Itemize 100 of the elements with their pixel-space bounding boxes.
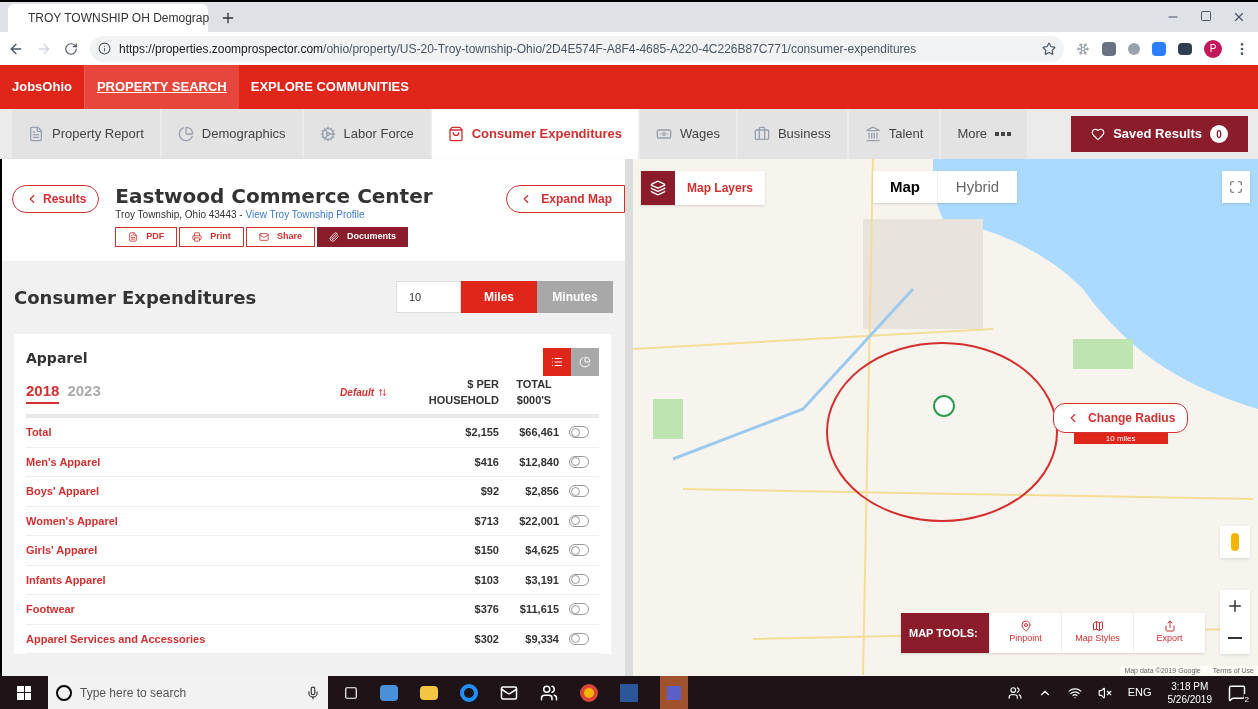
- app-icon[interactable]: [380, 684, 398, 701]
- map-type-button[interactable]: Hybrid: [937, 171, 1017, 203]
- category-link[interactable]: Total: [26, 424, 415, 441]
- toggle-switch[interactable]: [569, 426, 589, 439]
- total-cell-text: $11,615: [518, 602, 559, 617]
- star-icon[interactable]: [1042, 41, 1056, 56]
- total-cell-text: $22,001: [518, 513, 559, 529]
- url-text: https://properties.zoomprospector.com/ohio/property/US-20-Troy-township-Ohio/2D4E574F-A8F4-4685-A220-4C226B87C771/consumer-expenditures: [119, 40, 918, 58]
- toggle-switch[interactable]: [569, 514, 589, 527]
- people-icon[interactable]: [540, 683, 558, 702]
- per-household-cell-text: $302: [473, 631, 499, 647]
- action-icon: [258, 232, 269, 242]
- tab-icon: [319, 126, 336, 142]
- section-title: Consumer Expenditures: [14, 285, 258, 310]
- sort-dropdown[interactable]: Default: [340, 385, 387, 400]
- action-button[interactable]: Documents: [316, 227, 408, 247]
- per-household-cell-text: $103: [473, 572, 499, 588]
- toggle-switch[interactable]: [569, 485, 589, 498]
- muted-speaker-icon[interactable]: [1097, 685, 1112, 700]
- per-household-cell-text: $416: [473, 454, 499, 470]
- property-marker-icon: [933, 395, 955, 417]
- saved-results-button[interactable]: Saved Results 0: [1071, 116, 1248, 152]
- category-link[interactable]: Footwear: [26, 601, 415, 618]
- toggle-switch[interactable]: [569, 455, 589, 468]
- taskbar-search-field[interactable]: Type here to search: [48, 676, 328, 709]
- nav-link[interactable]: EXPLORE COMMUNITIES: [238, 65, 421, 109]
- map-tool-button[interactable]: Pinpoint: [989, 613, 1061, 653]
- category-link[interactable]: Apparel Services and Accessories: [26, 630, 415, 647]
- list-icon: [551, 356, 563, 368]
- action-button[interactable]: Print: [179, 227, 244, 247]
- language-indicator[interactable]: ENG: [1127, 684, 1152, 701]
- change-radius-button[interactable]: Change Radius: [1053, 403, 1189, 433]
- snowflake-icon[interactable]: [1076, 41, 1090, 56]
- pegman-icon: [1220, 526, 1250, 558]
- column-header: TOTAL $000'S: [515, 377, 553, 408]
- toggle-switch[interactable]: [569, 573, 589, 586]
- cortana-icon: [56, 684, 72, 701]
- wifi-icon[interactable]: [1067, 685, 1082, 700]
- category-link[interactable]: Boys' Apparel: [26, 483, 415, 500]
- reload-icon[interactable]: [64, 41, 78, 56]
- radius-reading: 10 miles: [1073, 433, 1168, 444]
- per-household-cell-text: $92: [479, 484, 499, 499]
- radius-field[interactable]: 10: [396, 281, 461, 313]
- info-icon: [98, 42, 111, 55]
- task-view-icon[interactable]: [344, 685, 358, 700]
- count-badge: 0: [1210, 125, 1228, 143]
- fullscreen-button[interactable]: [1222, 171, 1250, 203]
- section-tab[interactable]: Business: [737, 109, 847, 159]
- action-icon: [128, 232, 139, 242]
- people-icon[interactable]: [1007, 685, 1022, 700]
- year-tab[interactable]: 2018: [26, 379, 60, 404]
- total-cell-text: $9,334: [524, 631, 559, 647]
- layers-icon: [650, 180, 666, 196]
- new-tab-icon[interactable]: [220, 10, 236, 26]
- total-cell-text: $2,856: [524, 484, 559, 499]
- tab-icon: [28, 126, 44, 142]
- tab-title: TROY TOWNSHIP OH Demograp: [28, 10, 210, 27]
- section-tab[interactable]: Consumer Expenditures: [431, 109, 638, 159]
- category-link[interactable]: Women's Apparel: [26, 512, 415, 529]
- fullscreen-icon: [1229, 180, 1243, 194]
- property-name: Eastwood Commerce Center: [115, 185, 433, 207]
- tab-icon: [864, 126, 881, 142]
- unit-toggle[interactable]: Miles: [461, 281, 537, 313]
- total-cell-text: $3,191: [524, 572, 559, 588]
- clock-date[interactable]: 5/26/2019: [1167, 692, 1212, 706]
- action-button[interactable]: PDF: [115, 227, 178, 247]
- browser-tab[interactable]: TROY TOWNSHIP OH Demograp: [8, 4, 208, 32]
- section-tab[interactable]: Wages: [639, 109, 736, 159]
- section-tab[interactable]: Talent: [848, 109, 940, 159]
- action-button[interactable]: Share: [245, 227, 315, 247]
- category-link[interactable]: Girls' Apparel: [26, 542, 415, 559]
- map-tool-button[interactable]: Map Styles: [1061, 613, 1133, 653]
- restore-icon[interactable]: [1200, 10, 1212, 22]
- list-view-button[interactable]: [543, 348, 571, 376]
- section-tab[interactable]: Property Report: [12, 109, 160, 159]
- folder-icon[interactable]: [420, 685, 438, 700]
- toggle-switch[interactable]: [569, 544, 589, 557]
- tab-icon: [655, 126, 672, 142]
- toggle-switch[interactable]: [569, 603, 589, 616]
- nav-link[interactable]: PROPERTY SEARCH: [84, 65, 239, 109]
- extension-icon[interactable]: [1178, 42, 1192, 55]
- microphone-icon[interactable]: [306, 685, 320, 700]
- extension-icon[interactable]: [1102, 41, 1116, 56]
- section-tab[interactable]: Demographics: [161, 109, 302, 159]
- map-tool-button[interactable]: Export: [1133, 613, 1205, 653]
- profile-avatar[interactable]: P: [1204, 39, 1222, 58]
- total-cell-text: $66,461: [518, 425, 559, 440]
- total-cell-text: $12,840: [518, 454, 559, 470]
- toggle-switch[interactable]: [569, 632, 589, 645]
- category-link[interactable]: Men's Apparel: [26, 453, 415, 470]
- clock-time[interactable]: 3:18 PM: [1171, 679, 1209, 693]
- address-bar[interactable]: https://properties.zoomprospector.com/ohio/property/US-20-Troy-township-Ohio/2D4E574F-A8F4-4685-A220-4C226B87C771/consumer-expenditures: [90, 35, 1064, 62]
- section-tab[interactable]: More: [941, 109, 1027, 159]
- close-icon[interactable]: [1232, 10, 1246, 24]
- map-type-button[interactable]: Map: [873, 171, 937, 203]
- section-tab[interactable]: Labor Force: [303, 109, 430, 159]
- profile-link[interactable]: View Troy Township Profile: [245, 209, 365, 220]
- per-household-cell-text: $376: [473, 602, 499, 617]
- category-link[interactable]: Infants Apparel: [26, 571, 415, 588]
- mail-icon[interactable]: [500, 683, 518, 702]
